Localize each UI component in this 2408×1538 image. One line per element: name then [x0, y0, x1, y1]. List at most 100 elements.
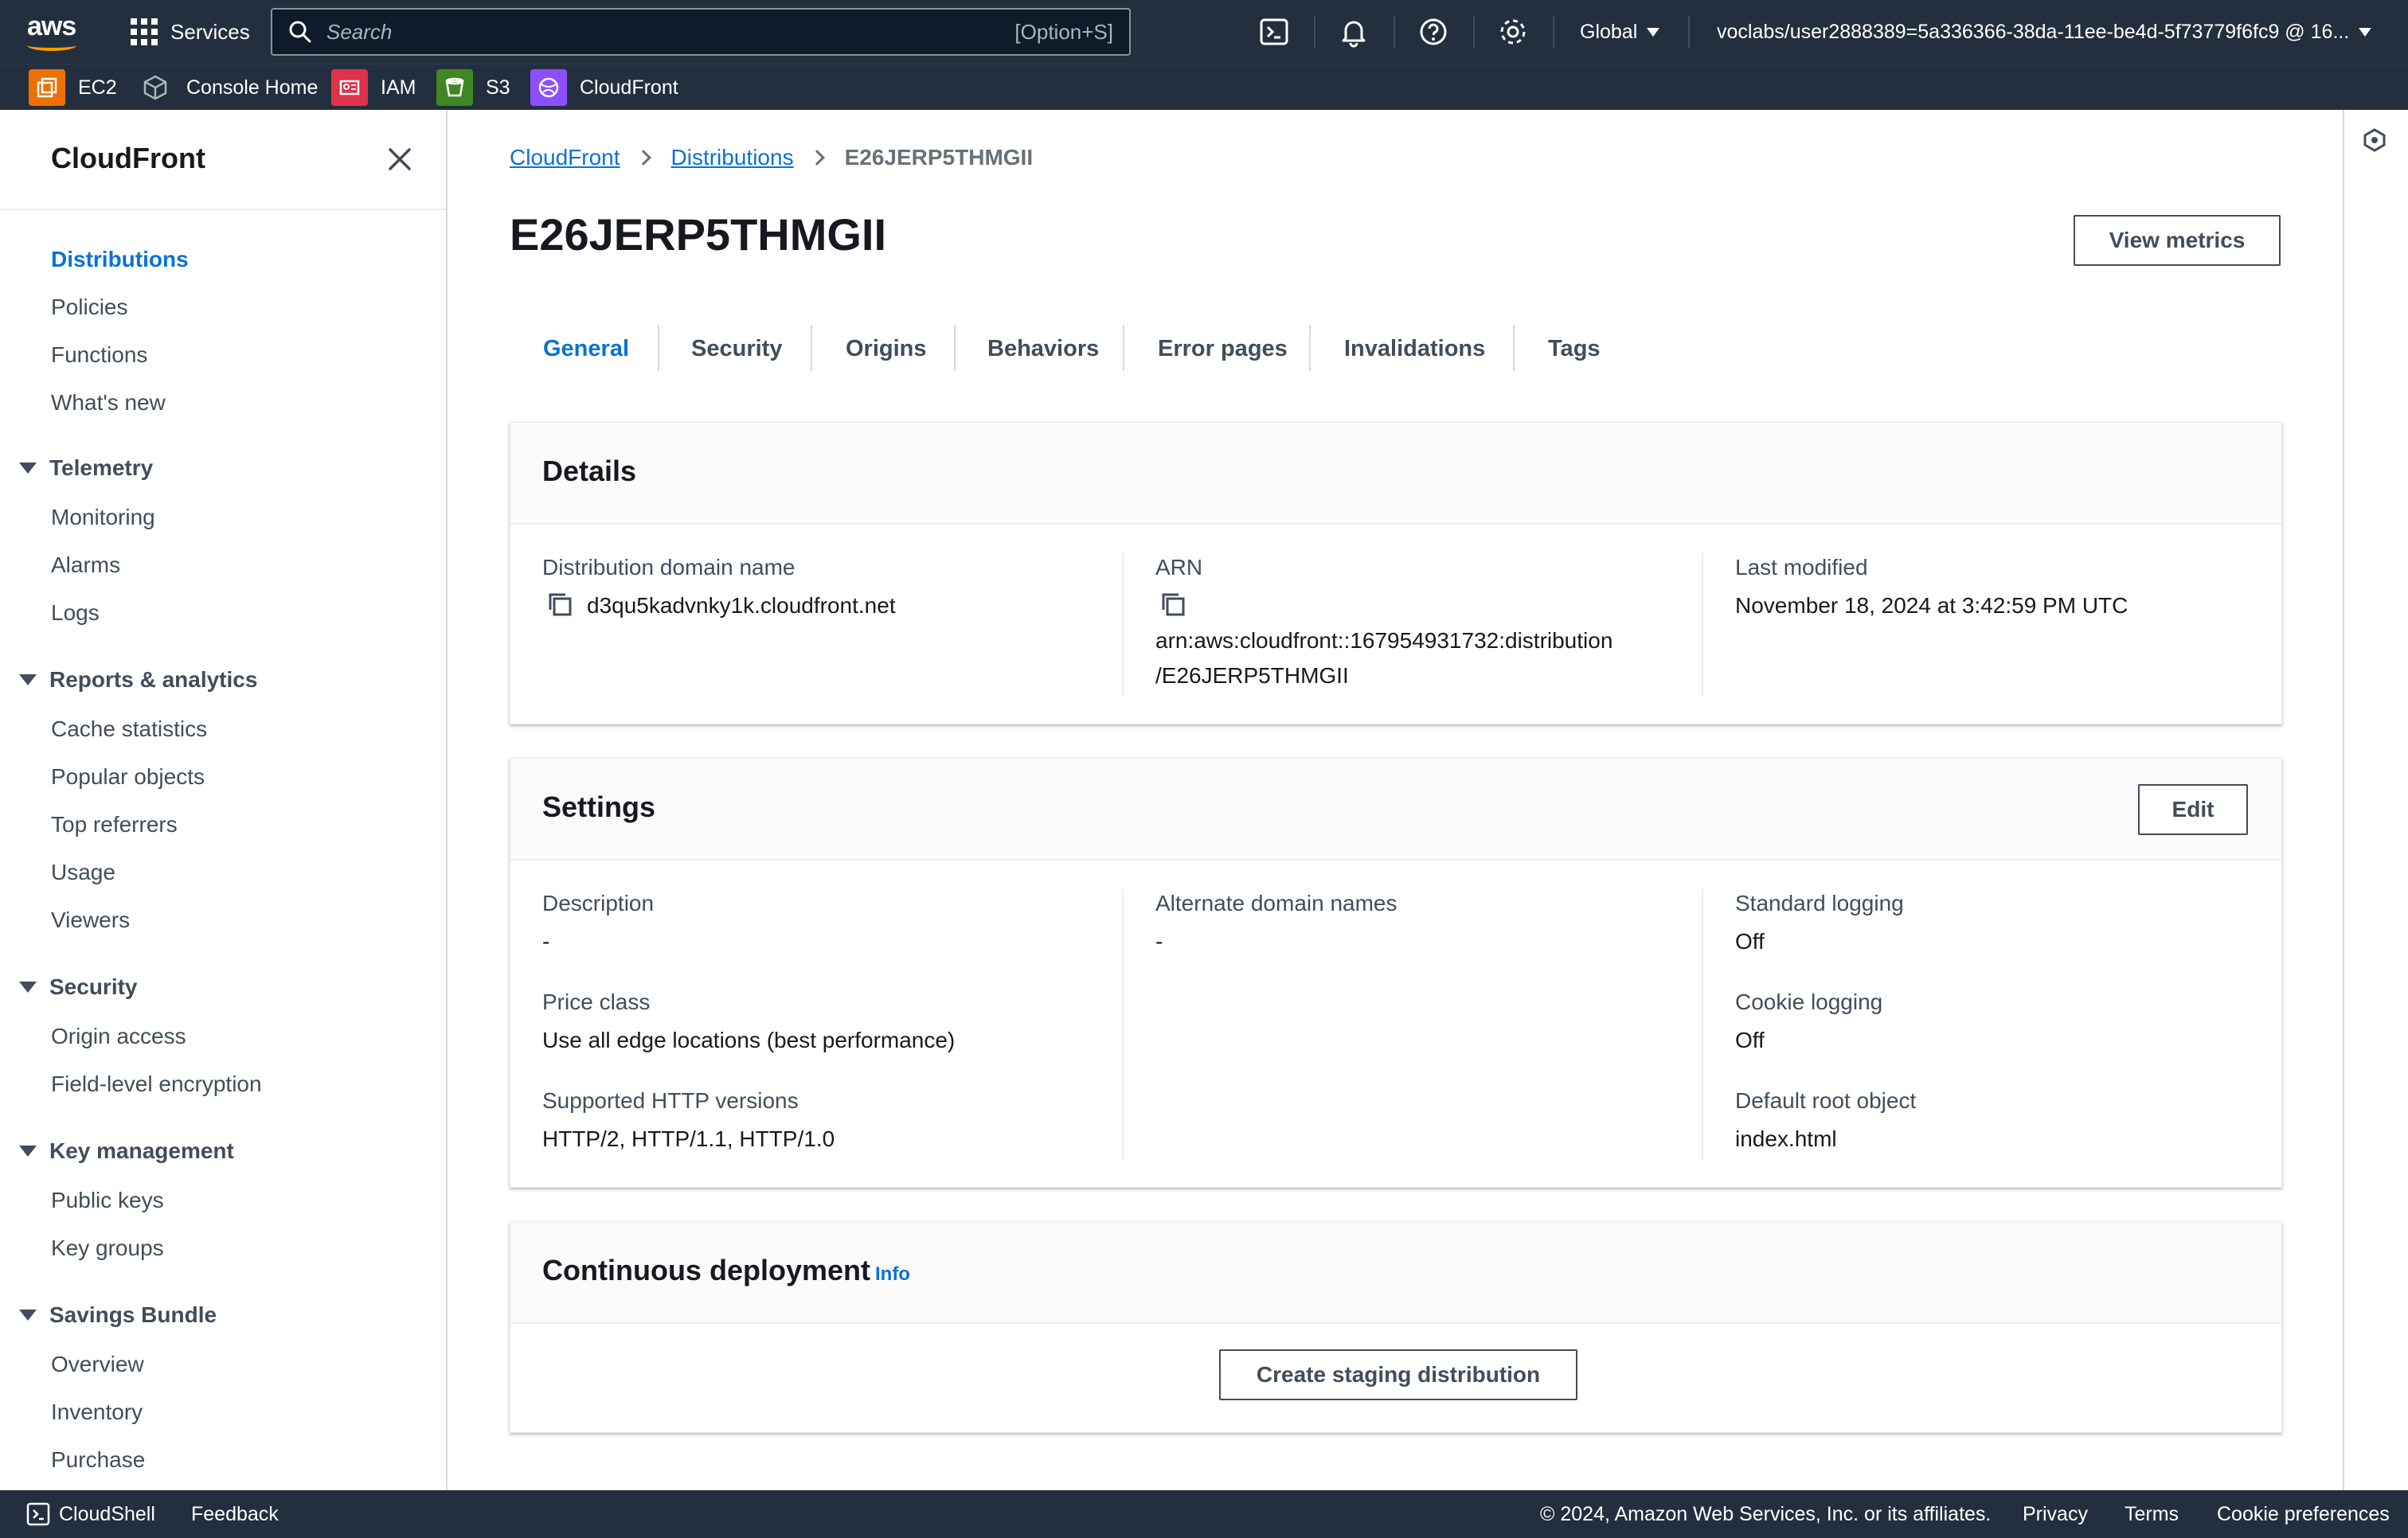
sidenav-item-popular-objects[interactable]: Popular objects	[51, 764, 205, 790]
expand-triangle-icon	[19, 674, 37, 685]
favorite-label: EC2	[78, 76, 117, 99]
sidenav-item-alarms[interactable]: Alarms	[51, 552, 120, 578]
details-header: Details	[510, 423, 2281, 525]
expand-triangle-icon	[19, 982, 37, 993]
copy-icon[interactable]	[545, 590, 574, 619]
close-icon[interactable]	[385, 145, 414, 174]
footer-cloudshell-link[interactable]: CloudShell	[59, 1503, 155, 1526]
sidenav-group-security[interactable]: Security	[19, 974, 138, 1000]
footer-terms-link[interactable]: Terms	[2125, 1503, 2179, 1526]
sidenav-item-whats-new[interactable]: What's new	[51, 390, 166, 416]
arn-label: ARN	[1155, 555, 1203, 580]
divider	[1314, 16, 1315, 48]
favorites-bar: EC2 Console Home IAM S3 CloudFront	[0, 64, 2408, 110]
description-label: Description	[542, 891, 655, 915]
divider	[1394, 16, 1395, 48]
sidenav-item-logs[interactable]: Logs	[51, 600, 100, 626]
sidenav-item-public-keys[interactable]: Public keys	[51, 1188, 164, 1213]
breadcrumb-cloudfront[interactable]: CloudFront	[510, 145, 620, 170]
favorite-ec2[interactable]: EC2	[29, 69, 117, 106]
footer-bar: CloudShell Feedback © 2024, Amazon Web S…	[0, 1490, 2408, 1538]
sidenav-item-functions[interactable]: Functions	[51, 342, 147, 368]
column-divider	[1702, 889, 1703, 1160]
edit-settings-button[interactable]: Edit	[2138, 784, 2248, 835]
copy-icon[interactable]	[1159, 590, 1187, 619]
sidenav-item-usage[interactable]: Usage	[51, 860, 115, 885]
sidenav-item-field-level-encryption[interactable]: Field-level encryption	[51, 1072, 262, 1097]
footer-cookie-preferences-link[interactable]: Cookie preferences	[2217, 1503, 2390, 1526]
sidenav-item-distributions[interactable]: Distributions	[51, 247, 189, 272]
sidenav-item-viewers[interactable]: Viewers	[51, 908, 130, 933]
help-panel-toggle-icon[interactable]	[2362, 127, 2387, 153]
domain-label: Distribution domain name	[542, 555, 796, 580]
favorite-cloudfront[interactable]: CloudFront	[530, 69, 678, 106]
sidenav-item-overview[interactable]: Overview	[51, 1352, 144, 1377]
help-icon[interactable]	[1417, 16, 1449, 48]
favorite-label: S3	[486, 76, 510, 99]
create-staging-distribution-button[interactable]: Create staging distribution	[1219, 1349, 1577, 1400]
settings-gear-icon[interactable]	[1497, 16, 1529, 48]
expand-triangle-icon	[19, 1146, 37, 1157]
search-input[interactable]	[326, 19, 1015, 45]
sidenav-item-origin-access[interactable]: Origin access	[51, 1024, 186, 1049]
footer-copyright: © 2024, Amazon Web Services, Inc. or its…	[1540, 1503, 1992, 1525]
breadcrumb-distributions[interactable]: Distributions	[671, 145, 794, 170]
domain-value: d3qu5kadvnky1k.cloudfront.net	[587, 593, 896, 618]
sidenav-item-cache-statistics[interactable]: Cache statistics	[51, 716, 207, 742]
services-menu-button[interactable]: Services	[131, 14, 250, 49]
favorite-iam[interactable]: IAM	[331, 69, 416, 106]
sidenav-item-monitoring[interactable]: Monitoring	[51, 505, 155, 530]
footer-privacy-link[interactable]: Privacy	[2023, 1503, 2088, 1526]
sidenav-item-key-groups[interactable]: Key groups	[51, 1235, 164, 1261]
favorite-label: Console Home	[186, 76, 319, 99]
footer-feedback-link[interactable]: Feedback	[191, 1503, 279, 1526]
info-link[interactable]: Info	[875, 1263, 910, 1285]
view-metrics-button[interactable]: View metrics	[2074, 215, 2281, 266]
standard-logging-value: Off	[1735, 929, 1765, 954]
chevron-right-icon	[808, 150, 825, 166]
favorite-console-home[interactable]: Console Home	[137, 69, 318, 106]
alternate-domains-value: -	[1155, 929, 1163, 954]
sidenav-group-telemetry[interactable]: Telemetry	[19, 455, 153, 481]
alternate-domains-label: Alternate domain names	[1155, 891, 1398, 915]
sidenav-group-key-management[interactable]: Key management	[19, 1138, 234, 1164]
search-bar[interactable]: [Option+S]	[271, 8, 1131, 56]
group-label: Reports & analytics	[49, 667, 258, 692]
cloudfront-icon	[530, 69, 567, 106]
region-label: Global	[1580, 20, 1638, 43]
sidenav-title[interactable]: CloudFront	[51, 142, 205, 175]
sidenav-item-inventory[interactable]: Inventory	[51, 1399, 143, 1425]
deployment-title-text: Continuous deployment	[542, 1254, 870, 1286]
ec2-icon	[29, 69, 65, 106]
main-content: CloudFront Distributions E26JERP5THMGII …	[449, 110, 2344, 1490]
column-divider	[1122, 889, 1124, 1160]
sidenav-item-top-referrers[interactable]: Top referrers	[51, 812, 178, 837]
search-icon	[289, 21, 311, 43]
region-selector[interactable]: Global	[1580, 16, 1660, 48]
sidenav-item-purchase[interactable]: Purchase	[51, 1447, 145, 1473]
page-title: E26JERP5THMGII	[510, 209, 887, 260]
iam-icon	[331, 69, 368, 106]
notifications-bell-icon[interactable]	[1338, 16, 1370, 48]
price-class-label: Price class	[542, 990, 651, 1014]
default-root-label: Default root object	[1735, 1088, 1917, 1113]
caret-down-icon	[2359, 27, 2372, 37]
tab-separator	[1513, 325, 1515, 371]
standard-logging-label: Standard logging	[1735, 891, 1904, 915]
top-navigation: aws Services [Option+S] Global voclabs/u…	[0, 0, 2408, 64]
account-menu[interactable]: voclabs/user2888389=5a336366-38da-11ee-b…	[1717, 16, 2372, 48]
cloudshell-icon[interactable]	[1258, 16, 1290, 48]
favorite-label: CloudFront	[580, 76, 678, 99]
caret-down-icon	[1647, 27, 1660, 37]
sidenav-group-reports[interactable]: Reports & analytics	[19, 667, 257, 693]
favorite-s3[interactable]: S3	[436, 69, 510, 106]
s3-icon	[436, 69, 473, 106]
continuous-deployment-panel: Continuous deployment Info Create staging…	[510, 1221, 2282, 1433]
aws-logo[interactable]: aws	[25, 11, 81, 53]
right-utility-rail	[2343, 110, 2408, 1490]
cloudshell-icon[interactable]	[25, 1501, 51, 1527]
sidenav-item-policies[interactable]: Policies	[51, 295, 127, 320]
tab-separator	[954, 325, 956, 371]
chevron-right-icon	[635, 150, 651, 166]
sidenav-group-savings-bundle[interactable]: Savings Bundle	[19, 1302, 217, 1328]
